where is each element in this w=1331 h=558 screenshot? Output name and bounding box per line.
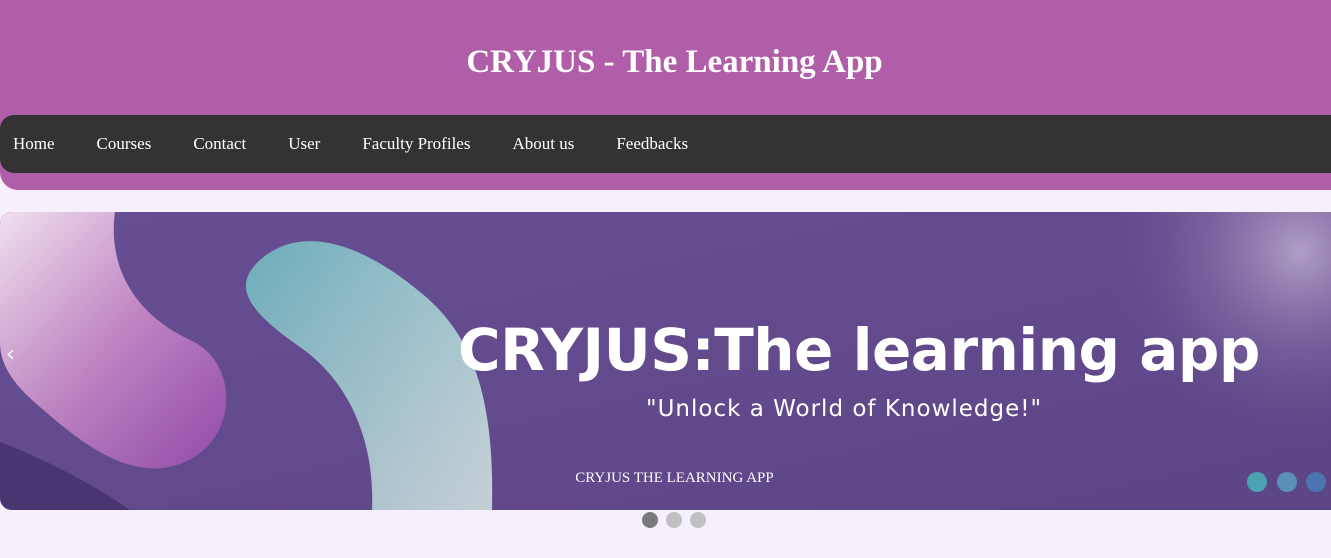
carousel-indicator-2[interactable]: [666, 512, 682, 528]
site-title: CRYJUS - The Learning App: [466, 44, 883, 80]
nav-about-us[interactable]: About us: [512, 134, 574, 154]
main-navbar: Home Courses Contact User Faculty Profil…: [0, 115, 1331, 173]
carousel-indicators: [642, 512, 706, 528]
nav-home[interactable]: Home: [13, 134, 55, 154]
site-header: CRYJUS - The Learning App Home Courses C…: [0, 0, 1331, 190]
carousel-indicator-3[interactable]: [690, 512, 706, 528]
decorative-dot-1: [1247, 472, 1267, 492]
nav-faculty-profiles[interactable]: Faculty Profiles: [362, 134, 470, 154]
decorative-dot-2: [1277, 472, 1297, 492]
banner-title: CRYJUS:The learning app: [458, 316, 1260, 384]
carousel-indicator-1[interactable]: [642, 512, 658, 528]
nav-courses[interactable]: Courses: [97, 134, 152, 154]
banner-subtitle: "Unlock a World of Knowledge!": [646, 396, 1043, 422]
carousel-caption: CRYJUS THE LEARNING APP: [575, 470, 774, 486]
nav-feedbacks[interactable]: Feedbacks: [616, 134, 688, 154]
decorative-dot-3: [1306, 472, 1326, 492]
nav-user[interactable]: User: [288, 134, 320, 154]
carousel-prev-icon[interactable]: ‹: [6, 342, 26, 372]
hero-carousel: CRYJUS:The learning app "Unlock a World …: [0, 212, 1331, 510]
nav-contact[interactable]: Contact: [193, 134, 246, 154]
